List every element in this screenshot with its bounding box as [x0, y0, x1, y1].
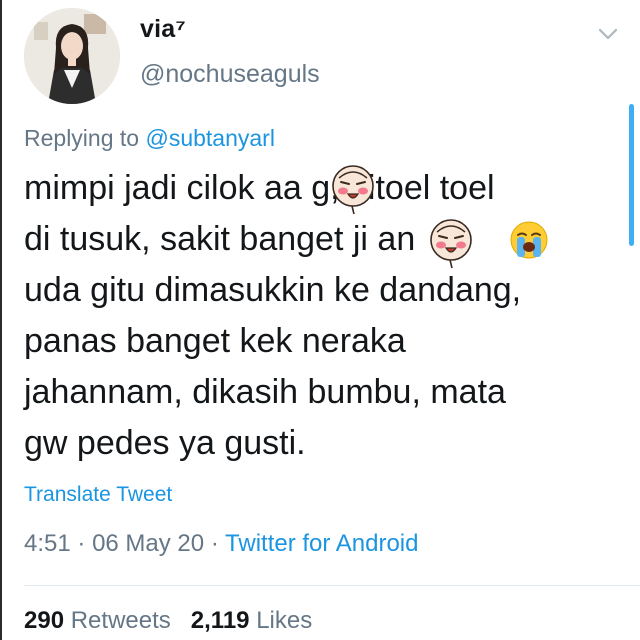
chevron-down-icon[interactable] [596, 22, 620, 46]
user-handle[interactable]: @nochuseaguls [140, 60, 320, 89]
replying-to-label: Replying to [24, 125, 140, 151]
tweet-line: gw pedes ya gusti. [24, 424, 306, 462]
avatar[interactable] [24, 8, 120, 104]
translate-tweet-link[interactable]: Translate Tweet [24, 483, 172, 507]
divider [24, 585, 640, 586]
tweet-meta: 4:51 · 06 May 20 · Twitter for Android [24, 530, 418, 558]
tweet-source-link[interactable]: Twitter for Android [225, 530, 418, 557]
meta-separator: · [210, 530, 219, 557]
meta-separator: · [77, 530, 86, 557]
likes-count: 2,119 [190, 607, 250, 634]
display-name[interactable]: via⁷ [140, 15, 186, 44]
likes-stat[interactable]: 2,119 Likes [191, 607, 312, 634]
blushing-face-sticker [332, 165, 374, 215]
tweet-date: 06 May 20 [92, 530, 205, 557]
replying-to: Replying to @subtanyarl [24, 125, 275, 152]
scrollbar[interactable] [629, 104, 634, 246]
reply-mention-link[interactable]: @subtanyarl [145, 125, 274, 151]
retweets-label: Retweets [70, 607, 171, 634]
loudly-crying-face-icon [510, 221, 548, 259]
tweet-stats: 290 Retweets 2,119 Likes [24, 607, 312, 635]
tweet-line: panas banget kek neraka [24, 322, 406, 360]
tweet-time: 4:51 [24, 530, 71, 557]
likes-label: Likes [256, 607, 313, 634]
tweet-detail-screen: via⁷ @nochuseaguls Replying to @subtanya… [0, 0, 640, 640]
blushing-face-sticker [430, 219, 472, 269]
retweets-count: 290 [24, 607, 65, 634]
tweet-text: mimpi jadi cilok aa g, ditoel toel di tu… [24, 163, 614, 469]
left-edge-border [0, 0, 2, 640]
tweet-line: mimpi jadi cilok aa g, ditoel toel [24, 169, 495, 207]
tweet-line: uda gitu dimasukkin ke dandang, [24, 271, 522, 309]
tweet-line: jahannam, dikasih bumbu, mata [24, 373, 506, 411]
retweets-stat[interactable]: 290 Retweets [24, 607, 171, 634]
